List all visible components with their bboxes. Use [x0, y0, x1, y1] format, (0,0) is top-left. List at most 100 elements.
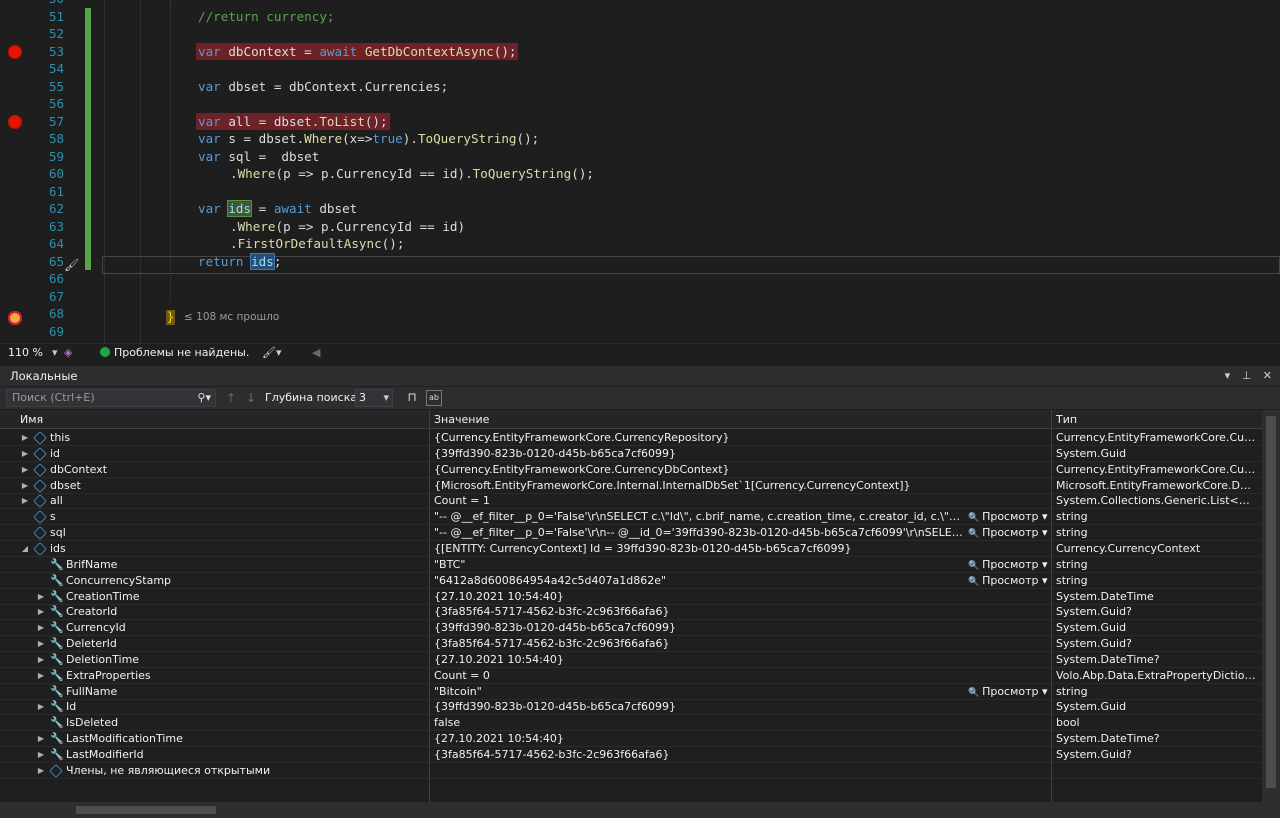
- code-line[interactable]: 66: [0, 270, 1280, 288]
- locals-row[interactable]: ▶ 🔧 CreatorId {3fa85f64-5717-4562-b3fc-2c96…: [0, 604, 1262, 621]
- variable-value[interactable]: {3fa85f64-5717-4562-b3fc-2c963f66afa6}: [434, 636, 964, 652]
- search-depth-select[interactable]: 3 ▾: [355, 389, 393, 407]
- code-line[interactable]: 63 .Where(p => p.CurrencyId == id): [0, 217, 1280, 235]
- search-icon[interactable]: ⚲▾: [197, 390, 211, 406]
- expand-arrow-icon[interactable]: ▶: [36, 652, 46, 668]
- variable-value[interactable]: Count = 1: [434, 493, 964, 509]
- expand-arrow-icon[interactable]: ▶: [36, 747, 46, 763]
- locals-row[interactable]: ▶ 🔧 LastModificationTime {27.10.2021 10:54:…: [0, 731, 1262, 748]
- code-line[interactable]: 61: [0, 182, 1280, 200]
- variable-value[interactable]: {Currency.EntityFrameworkCore.CurrencyRe…: [434, 430, 964, 446]
- expand-arrow-icon[interactable]: ▶: [20, 462, 30, 478]
- zoom-dropdown-icon[interactable]: ▾: [52, 344, 58, 361]
- view-visualizer-button[interactable]: 🔍 Просмотр ▾: [968, 684, 1048, 701]
- window-menu-icon[interactable]: ▾: [1225, 369, 1231, 382]
- column-divider[interactable]: [1051, 410, 1052, 428]
- code-line[interactable]: 51 //return currency;: [0, 7, 1280, 25]
- variable-value[interactable]: {3fa85f64-5717-4562-b3fc-2c963f66afa6}: [434, 747, 964, 763]
- variable-value[interactable]: "-- @__ef_filter__p_0='False'\r\n-- @__i…: [434, 525, 964, 541]
- pin-to-source-icon[interactable]: ⊓: [404, 390, 420, 406]
- code-line[interactable]: 55 var dbset = dbContext.Currencies;: [0, 77, 1280, 95]
- variable-value[interactable]: "BTC": [434, 557, 964, 573]
- code-line[interactable]: 53 var dbContext = await GetDbContextAsyn…: [0, 42, 1280, 60]
- expand-arrow-icon[interactable]: ▶: [36, 620, 46, 636]
- quick-actions-icon[interactable]: 🖌: [64, 258, 79, 272]
- locals-row[interactable]: 🔧 ConcurrencyStamp "6412a8d600864954a42c5d…: [0, 573, 1262, 589]
- view-visualizer-button[interactable]: 🔍 Просмотр ▾: [968, 509, 1048, 526]
- expand-arrow-icon[interactable]: ▶: [20, 446, 30, 462]
- horizontal-scrollbar[interactable]: [0, 802, 1280, 818]
- search-previous-icon[interactable]: ↑: [226, 387, 236, 409]
- breakpoint-icon[interactable]: [8, 44, 22, 59]
- variable-value[interactable]: "6412a8d600864954a42c5d407a1d862e": [434, 573, 964, 589]
- code-line[interactable]: 65 return ids;: [0, 252, 1280, 270]
- variable-value[interactable]: {3fa85f64-5717-4562-b3fc-2c963f66afa6}: [434, 604, 964, 620]
- locals-row[interactable]: ▶ all Count = 1 System.Collections.Generic.…: [0, 493, 1262, 510]
- view-visualizer-button[interactable]: 🔍 Просмотр ▾: [968, 573, 1048, 590]
- locals-row[interactable]: 🔧 FullName "Bitcoin" 🔍 Просмотр ▾ string: [0, 684, 1262, 700]
- expand-arrow-icon[interactable]: ▶: [36, 604, 46, 620]
- code-editor[interactable]: 5051 //return currency; 52 53 var dbContext …: [0, 0, 1280, 343]
- expand-arrow-icon[interactable]: ▶: [36, 589, 46, 605]
- locals-row[interactable]: ▶ 🔧 Id {39ffd390-823b-0120-d45b-b65ca7cf609…: [0, 699, 1262, 716]
- locals-row[interactable]: 🔧 BrifName "BTC" 🔍 Просмотр ▾ string: [0, 557, 1262, 573]
- variable-value[interactable]: {27.10.2021 10:54:40}: [434, 589, 964, 605]
- problems-indicator[interactable]: Проблемы не найдены.: [100, 344, 249, 361]
- scroll-left-icon[interactable]: ◀: [312, 344, 320, 361]
- variable-value[interactable]: {27.10.2021 10:54:40}: [434, 731, 964, 747]
- view-visualizer-button[interactable]: 🔍 Просмотр ▾: [968, 557, 1048, 574]
- pin-icon[interactable]: ⊥: [1242, 369, 1252, 382]
- variable-value[interactable]: "-- @__ef_filter__p_0='False'\r\nSELECT …: [434, 509, 964, 525]
- column-divider[interactable]: [429, 410, 430, 428]
- variable-value[interactable]: Count = 0: [434, 668, 964, 684]
- locals-row[interactable]: 🔧 IsDeleted false bool: [0, 715, 1262, 732]
- variable-value[interactable]: "Bitcoin": [434, 684, 964, 700]
- expand-arrow-icon[interactable]: ▶: [36, 731, 46, 747]
- view-format-icon[interactable]: ab: [426, 390, 442, 406]
- code-line[interactable]: 58 var s = dbset.Where(x=>true).ToQuerySt…: [0, 130, 1280, 148]
- zoom-level[interactable]: 110 %: [8, 344, 43, 361]
- locals-row[interactable]: ▶ 🔧 LastModifierId {3fa85f64-5717-4562-b3fc…: [0, 747, 1262, 763]
- code-line[interactable]: 54: [0, 60, 1280, 78]
- variable-value[interactable]: {39ffd390-823b-0120-d45b-b65ca7cf6099}: [434, 620, 964, 636]
- variable-value[interactable]: {Microsoft.EntityFrameworkCore.Internal.…: [434, 478, 964, 494]
- variable-value[interactable]: {[ENTITY: CurrencyContext] Id = 39ffd390…: [434, 541, 964, 557]
- variable-value[interactable]: {Currency.EntityFrameworkCore.CurrencyDb…: [434, 462, 964, 478]
- expand-arrow-icon[interactable]: ▶: [36, 763, 46, 779]
- variable-value[interactable]: {39ffd390-823b-0120-d45b-b65ca7cf6099}: [434, 699, 964, 715]
- locals-row[interactable]: s "-- @__ef_filter__p_0='False'\r\nSELECT…: [0, 509, 1262, 526]
- locals-row[interactable]: sql "-- @__ef_filter__p_0='False'\r\n-- @…: [0, 525, 1262, 542]
- locals-row[interactable]: ▶ 🔧 ExtraProperties Count = 0 Volo.Abp.Data.…: [0, 668, 1262, 684]
- search-input[interactable]: Поиск (Ctrl+E) ⚲▾: [6, 389, 216, 407]
- locals-row[interactable]: ▶ dbContext {Currency.EntityFrameworkCore.…: [0, 462, 1262, 478]
- locals-row[interactable]: ▶ 🔧 CurrencyId {39ffd390-823b-0120-d45b-b65…: [0, 620, 1262, 637]
- expand-arrow-icon[interactable]: ▶: [36, 668, 46, 684]
- view-visualizer-button[interactable]: 🔍 Просмотр ▾: [968, 525, 1048, 542]
- variable-value[interactable]: false: [434, 715, 964, 731]
- locals-row[interactable]: ▶ Члены, не являющиеся открытыми: [0, 763, 1262, 779]
- locals-row[interactable]: ▶ dbset {Microsoft.EntityFrameworkCore.Int…: [0, 478, 1262, 494]
- column-value-header[interactable]: Значение: [434, 410, 489, 429]
- code-line[interactable]: 69: [0, 323, 1280, 341]
- expand-arrow-icon[interactable]: ▶: [20, 493, 30, 509]
- close-icon[interactable]: ✕: [1263, 369, 1272, 382]
- code-line[interactable]: 50: [0, 0, 1280, 8]
- code-line[interactable]: 57 var all = dbset.ToList();: [0, 112, 1280, 130]
- code-line[interactable]: 52: [0, 25, 1280, 43]
- locals-row[interactable]: ▶ this {Currency.EntityFrameworkCore.Curre…: [0, 430, 1262, 446]
- search-next-icon[interactable]: ↓: [246, 387, 256, 409]
- variable-value[interactable]: {27.10.2021 10:54:40}: [434, 652, 964, 668]
- code-line[interactable]: 62 var ids = await dbset: [0, 200, 1280, 218]
- collapse-arrow-icon[interactable]: ◢: [20, 541, 30, 557]
- code-line[interactable]: 56: [0, 95, 1280, 113]
- expand-arrow-icon[interactable]: ▶: [20, 430, 30, 446]
- variable-value[interactable]: {39ffd390-823b-0120-d45b-b65ca7cf6099}: [434, 446, 964, 462]
- locals-row[interactable]: ▶ id {39ffd390-823b-0120-d45b-b65ca7cf6099…: [0, 446, 1262, 462]
- vertical-scrollbar[interactable]: [1262, 410, 1280, 802]
- column-name-header[interactable]: Имя: [20, 410, 43, 429]
- copilot-icon[interactable]: ◈: [64, 344, 72, 361]
- code-line[interactable]: 59 var sql = dbset: [0, 147, 1280, 165]
- locals-row[interactable]: ▶ 🔧 DeleterId {3fa85f64-5717-4562-b3fc-2c96…: [0, 636, 1262, 653]
- locals-row[interactable]: ◢ ids {[ENTITY: CurrencyContext] Id = 39ff…: [0, 541, 1262, 557]
- breakpoint-icon[interactable]: [8, 114, 22, 129]
